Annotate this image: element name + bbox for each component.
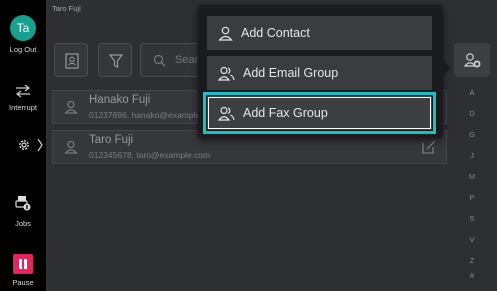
- filter-button[interactable]: [98, 43, 132, 77]
- contact-name: Hanako Fuji: [89, 94, 151, 106]
- menu-item-label: Add Email Group: [243, 66, 339, 80]
- edit-icon[interactable]: [422, 140, 436, 154]
- chevron-right-icon[interactable]: [37, 138, 43, 152]
- logout-label[interactable]: Log Out: [0, 45, 46, 54]
- menu-item-add-contact[interactable]: Add Contact: [207, 16, 432, 50]
- menu-item-add-email-group[interactable]: Add Email Group: [207, 56, 432, 90]
- avatar-initials: Ta: [16, 21, 30, 35]
- app-screen: Ta Log Out Interrupt Jobs Pause Taro Fuj…: [0, 0, 497, 291]
- index-letter[interactable]: Z: [465, 256, 479, 265]
- search-icon: [153, 54, 166, 67]
- add-person-button[interactable]: [454, 43, 490, 77]
- settings-gear-icon[interactable]: [17, 138, 31, 152]
- person-icon: [218, 26, 233, 41]
- header-user-name: Taro Fuji: [52, 4, 81, 13]
- pause-label[interactable]: Pause: [0, 278, 46, 287]
- index-letter[interactable]: M: [465, 172, 479, 181]
- menu-item-label: Add Contact: [241, 26, 310, 40]
- jobs-icon[interactable]: [15, 195, 31, 211]
- add-person-icon: [464, 53, 481, 68]
- index-letter[interactable]: G: [465, 130, 479, 139]
- index-letter[interactable]: V: [465, 235, 479, 244]
- index-letter[interactable]: J: [465, 151, 479, 160]
- interrupt-label[interactable]: Interrupt: [0, 103, 46, 112]
- index-letter[interactable]: A: [465, 88, 479, 97]
- index-letter[interactable]: D: [465, 109, 479, 118]
- menu-item-label: Add Fax Group: [243, 106, 328, 120]
- contact-detail: 012345678, taro@example.com: [89, 150, 211, 160]
- person-icon: [64, 100, 78, 114]
- interrupt-icon[interactable]: [14, 84, 32, 98]
- add-menu-popup: Add Contact Add Email Group Add Fax Grou…: [198, 5, 451, 138]
- pause-button[interactable]: [13, 254, 33, 274]
- left-rail: Ta Log Out Interrupt Jobs Pause: [0, 0, 46, 291]
- index-letter[interactable]: P: [465, 193, 479, 202]
- index-letter[interactable]: S: [465, 214, 479, 223]
- user-avatar[interactable]: Ta: [10, 15, 36, 41]
- address-book-button[interactable]: [54, 43, 88, 77]
- filter-icon: [109, 54, 123, 68]
- address-book-icon: [65, 53, 79, 69]
- menu-item-add-fax-group[interactable]: Add Fax Group: [203, 92, 436, 134]
- jobs-label[interactable]: Jobs: [0, 219, 46, 228]
- group-icon: [218, 66, 235, 81]
- index-letter[interactable]: #: [465, 271, 479, 280]
- group-icon: [218, 106, 235, 121]
- contact-name: Taro Fuji: [89, 134, 134, 146]
- person-icon: [64, 140, 78, 154]
